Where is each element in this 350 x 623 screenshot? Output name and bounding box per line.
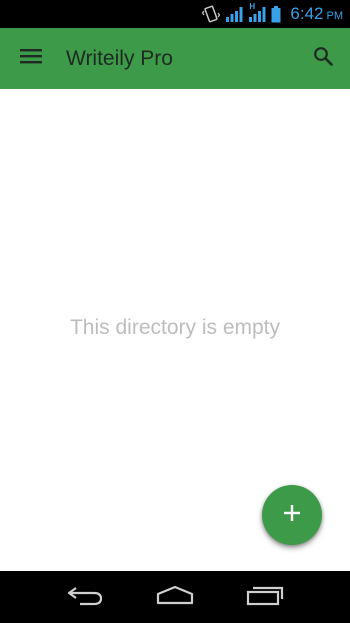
app-screen: H 6:42 PM Writeily Pro This directory is… [0,0,350,623]
back-icon [66,584,104,611]
status-bar: H 6:42 PM [0,0,350,28]
network-type-label: H [249,2,256,11]
recent-apps-button[interactable] [235,571,295,623]
plus-icon [283,504,301,527]
search-button[interactable] [296,28,350,89]
menu-button[interactable] [0,28,62,89]
home-button[interactable] [145,571,205,623]
add-fab-button[interactable] [262,485,322,545]
empty-directory-message: This directory is empty [69,316,281,339]
home-icon [154,584,196,611]
system-nav-bar [0,571,350,623]
clock-time: 6:42 [290,4,324,23]
recent-apps-icon [245,584,285,611]
hamburger-menu-icon [20,48,42,69]
back-button[interactable] [55,571,115,623]
clock-ampm: PM [326,10,344,22]
app-bar: Writeily Pro [0,28,350,89]
app-title: Writeily Pro [66,46,173,70]
vibrate-icon [202,5,221,23]
signal-h-icon: H [248,2,266,22]
search-icon [313,46,333,71]
signal-icon [225,6,243,22]
battery-icon [271,5,281,23]
clock: 6:42 PM [290,4,343,24]
